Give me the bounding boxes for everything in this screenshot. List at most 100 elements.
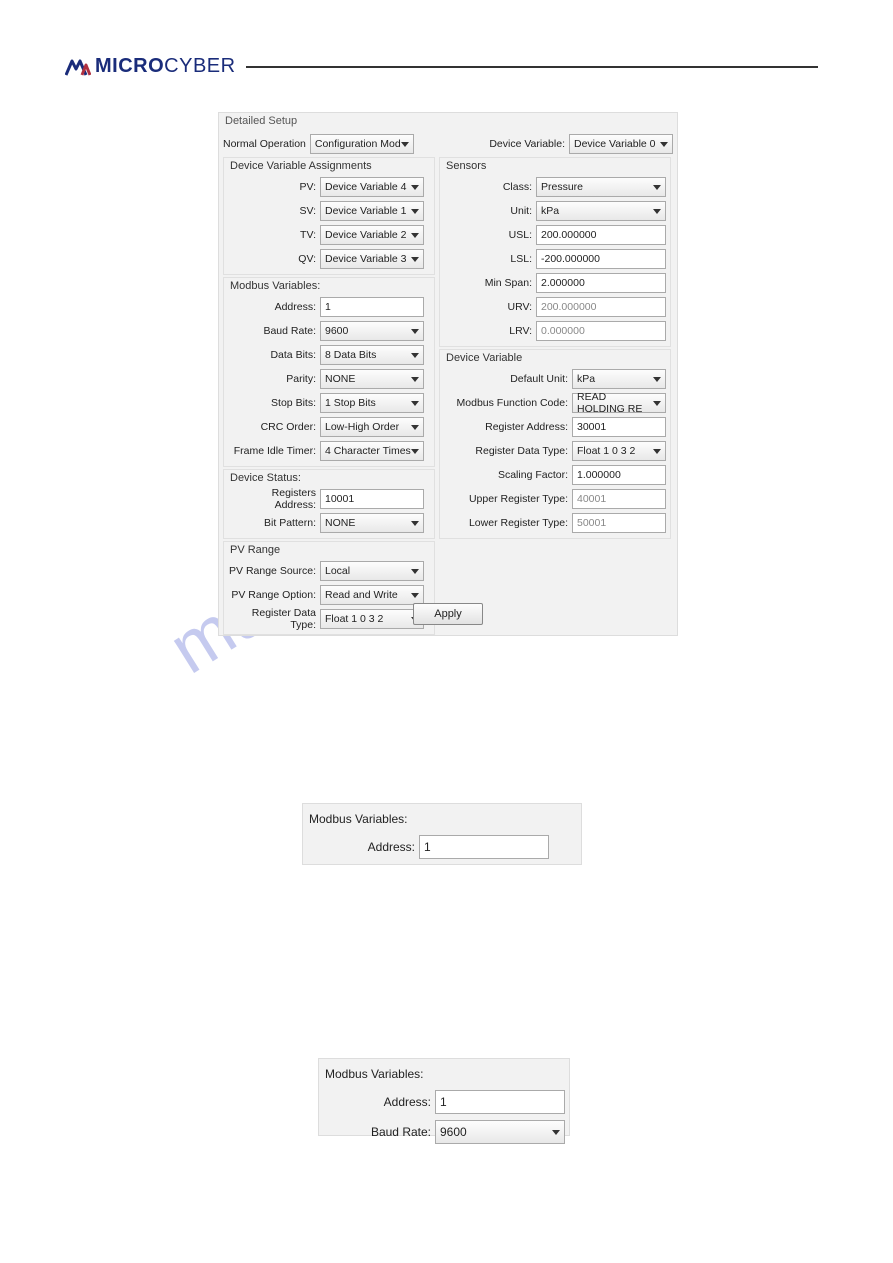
stopbits-select[interactable]: 1 Stop Bits — [320, 393, 424, 413]
normal-operation-value: Configuration Mod — [315, 138, 401, 150]
modbus-snippet-1: Modbus Variables: Address: 1 — [302, 803, 582, 865]
modbus-snippet-2: Modbus Variables: Address: 1 Baud Rate: … — [318, 1058, 570, 1136]
left-column: Device Variable Assignments PV: Device V… — [223, 157, 435, 637]
snippet2-addr-value: 1 — [440, 1095, 447, 1109]
upper-input: 40001 — [572, 489, 666, 509]
chevron-down-icon — [552, 1130, 560, 1135]
address-value: 1 — [325, 301, 331, 313]
assignments-group: Device Variable Assignments PV: Device V… — [223, 157, 435, 275]
databits-value: 8 Data Bits — [325, 349, 376, 361]
snippet2-baud-select[interactable]: 9600 — [435, 1120, 565, 1144]
pvrange-opt-label: PV Range Option: — [228, 589, 320, 601]
defunit-select[interactable]: kPa — [572, 369, 666, 389]
pvrange-opt-select[interactable]: Read and Write — [320, 585, 424, 605]
snippet1-addr-value: 1 — [424, 840, 431, 854]
detailed-setup-panel: Detailed Setup Normal Operation Configur… — [218, 112, 678, 636]
snippet1-addr-label: Address: — [307, 840, 419, 854]
normal-operation-label: Normal Operation — [223, 138, 310, 150]
bit-pattern-select[interactable]: NONE — [320, 513, 424, 533]
chevron-down-icon — [411, 233, 419, 238]
snippet2-baud-label: Baud Rate: — [323, 1125, 435, 1139]
lrv-input: 0.000000 — [536, 321, 666, 341]
chevron-down-icon — [411, 425, 419, 430]
assignments-title: Device Variable Assignments — [228, 160, 430, 174]
apply-row: Apply — [219, 603, 677, 625]
lsl-label: LSL: — [444, 253, 536, 265]
bit-pattern-value: NONE — [325, 517, 355, 529]
apply-button[interactable]: Apply — [413, 603, 483, 625]
usl-input[interactable]: 200.000000 — [536, 225, 666, 245]
snippet1-addr-input[interactable]: 1 — [419, 835, 549, 859]
lower-label: Lower Register Type: — [444, 517, 572, 529]
chevron-down-icon — [401, 142, 409, 147]
regaddr-label: Register Address: — [444, 421, 572, 433]
pvrange-opt-value: Read and Write — [325, 589, 398, 601]
crc-select[interactable]: Low-High Order — [320, 417, 424, 437]
databits-select[interactable]: 8 Data Bits — [320, 345, 424, 365]
chevron-down-icon — [411, 569, 419, 574]
baud-select[interactable]: 9600 — [320, 321, 424, 341]
chevron-down-icon — [653, 185, 661, 190]
pvrange-title: PV Range — [228, 544, 430, 558]
address-input[interactable]: 1 — [320, 297, 424, 317]
header-rule — [246, 66, 818, 68]
defunit-value: kPa — [577, 373, 595, 385]
urv-label: URV: — [444, 301, 536, 313]
pvrange-src-select[interactable]: Local — [320, 561, 424, 581]
unit-value: kPa — [541, 205, 559, 217]
reg-addr-input[interactable]: 10001 — [320, 489, 424, 509]
scale-value: 1.000000 — [577, 469, 621, 481]
usl-label: USL: — [444, 229, 536, 241]
devvar-rdt-label: Register Data Type: — [444, 445, 572, 457]
sv-select[interactable]: Device Variable 1 — [320, 201, 424, 221]
snippet2-addr-input[interactable]: 1 — [435, 1090, 565, 1114]
idle-value: 4 Character Times — [325, 445, 411, 457]
modbus-title: Modbus Variables: — [228, 280, 430, 294]
chevron-down-icon — [411, 521, 419, 526]
lsl-input[interactable]: -200.000000 — [536, 249, 666, 269]
modbus-group: Modbus Variables: Address: 1 Baud Rate: … — [223, 277, 435, 467]
upper-value: 40001 — [577, 493, 606, 505]
device-variable-select[interactable]: Device Variable 0 — [569, 134, 673, 154]
span-label: Min Span: — [444, 277, 536, 289]
class-value: Pressure — [541, 181, 583, 193]
func-label: Modbus Function Code: — [444, 397, 572, 409]
lower-value: 50001 — [577, 517, 606, 529]
reg-addr-value: 10001 — [325, 493, 354, 505]
devvar-title: Device Variable — [444, 352, 666, 366]
databits-label: Data Bits: — [228, 349, 320, 361]
parity-value: NONE — [325, 373, 355, 385]
pv-label: PV: — [228, 181, 320, 193]
sv-label: SV: — [228, 205, 320, 217]
snippet2-addr-label: Address: — [323, 1095, 435, 1109]
defunit-label: Default Unit: — [444, 373, 572, 385]
normal-operation-select[interactable]: Configuration Mod — [310, 134, 414, 154]
span-input[interactable]: 2.000000 — [536, 273, 666, 293]
scale-input[interactable]: 1.000000 — [572, 465, 666, 485]
chevron-down-icon — [653, 449, 661, 454]
lower-input: 50001 — [572, 513, 666, 533]
tv-label: TV: — [228, 229, 320, 241]
panel-title: Detailed Setup — [225, 115, 297, 127]
sensors-group: Sensors Class: Pressure Unit: kPa USL: 2… — [439, 157, 671, 347]
regaddr-input[interactable]: 30001 — [572, 417, 666, 437]
qv-select[interactable]: Device Variable 3 — [320, 249, 424, 269]
device-variable-label: Device Variable: — [489, 138, 569, 150]
device-variable-group: Device Variable Default Unit: kPa Modbus… — [439, 349, 671, 539]
devvar-rdt-select[interactable]: Float 1 0 3 2 — [572, 441, 666, 461]
brand-logo: MICROCYBER — [65, 55, 236, 78]
lrv-label: LRV: — [444, 325, 536, 337]
tv-value: Device Variable 2 — [325, 229, 407, 241]
class-select[interactable]: Pressure — [536, 177, 666, 197]
chevron-down-icon — [411, 185, 419, 190]
status-title: Device Status: — [228, 472, 430, 486]
func-select[interactable]: READ HOLDING RE — [572, 393, 666, 413]
parity-select[interactable]: NONE — [320, 369, 424, 389]
chevron-down-icon — [411, 209, 419, 214]
pv-select[interactable]: Device Variable 4 — [320, 177, 424, 197]
chevron-down-icon — [411, 593, 419, 598]
unit-select[interactable]: kPa — [536, 201, 666, 221]
idle-select[interactable]: 4 Character Times — [320, 441, 424, 461]
tv-select[interactable]: Device Variable 2 — [320, 225, 424, 245]
parity-label: Parity: — [228, 373, 320, 385]
